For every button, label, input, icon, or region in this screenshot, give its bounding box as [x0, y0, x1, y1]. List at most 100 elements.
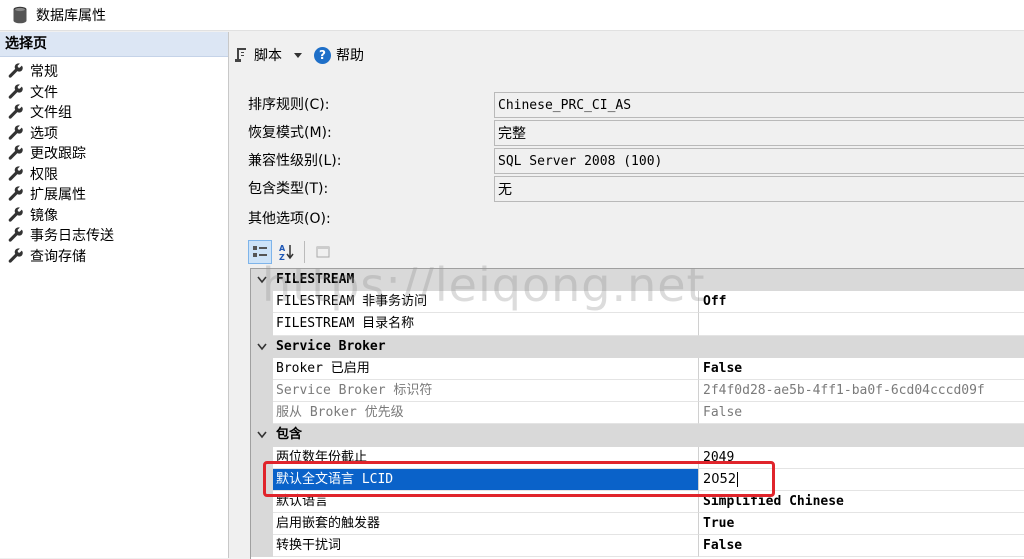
help-button[interactable]: ? 帮助	[314, 45, 364, 65]
sidebar-item-label: 选项	[30, 125, 58, 142]
table-row[interactable]: Broker 已启用 False	[251, 357, 1024, 380]
table-row-selected[interactable]: 默认全文语言 LCID 2052	[251, 468, 1024, 491]
table-row[interactable]: FILESTREAM 非事务访问 Off	[251, 291, 1024, 314]
wrench-icon	[8, 248, 24, 264]
wrench-icon	[8, 186, 24, 202]
sidebar-header: 选择页	[0, 32, 228, 57]
compat-level-field[interactable]: SQL Server 2008 (100)	[494, 148, 1024, 174]
wrench-icon	[8, 63, 24, 79]
category-filestream[interactable]: FILESTREAM	[251, 269, 1024, 292]
select-page-panel: 选择页 常规 文件 文件组 选项 更改跟踪 权限 扩展属性 镜像 事务日志传送 …	[0, 32, 229, 558]
sidebar-list: 常规 文件 文件组 选项 更改跟踪 权限 扩展属性 镜像 事务日志传送 查询存储	[0, 57, 228, 266]
text-caret	[737, 471, 739, 487]
collation-label: 排序规则(C):	[248, 97, 330, 113]
sidebar-item-extended-properties[interactable]: 扩展属性	[0, 184, 228, 205]
lcid-value-text: 2052	[703, 471, 737, 487]
compat-level-label: 兼容性级别(L):	[248, 153, 342, 169]
sidebar-item-general[interactable]: 常规	[0, 61, 228, 82]
sidebar-item-label: 权限	[30, 166, 58, 183]
collapse-chevron-icon[interactable]	[251, 269, 273, 291]
table-row[interactable]: 服从 Broker 优先级 False	[251, 402, 1024, 425]
property-value[interactable]: False	[699, 358, 1024, 380]
property-value[interactable]: Off	[699, 291, 1024, 314]
property-name: FILESTREAM 非事务访问	[273, 291, 699, 314]
property-value[interactable]: Simplified Chinese	[699, 491, 1024, 514]
property-value[interactable]: 2049	[699, 447, 1024, 469]
sidebar-item-log-shipping[interactable]: 事务日志传送	[0, 225, 228, 246]
collation-field[interactable]: Chinese_PRC_CI_AS	[494, 92, 1024, 118]
property-name: 两位数年份截止	[273, 446, 699, 469]
sidebar-item-files[interactable]: 文件	[0, 82, 228, 103]
property-grid-toolbar: AZ	[248, 238, 338, 266]
table-row[interactable]: FILESTREAM 目录名称	[251, 313, 1024, 336]
property-name: Service Broker 标识符	[273, 379, 699, 403]
wrench-icon	[8, 227, 24, 243]
containment-type-field[interactable]: 无	[494, 176, 1024, 202]
wrench-icon	[8, 145, 24, 161]
help-label: 帮助	[336, 48, 364, 64]
category-label: 包含	[276, 427, 303, 443]
window-titlebar: 数据库属性	[0, 0, 1024, 31]
property-value[interactable]	[699, 313, 1024, 336]
category-service-broker[interactable]: Service Broker	[251, 335, 1024, 358]
svg-text:Z: Z	[279, 253, 285, 261]
property-name: 默认全文语言 LCID	[273, 468, 699, 491]
categorized-icon	[253, 246, 267, 257]
recovery-model-field[interactable]: 完整	[494, 120, 1024, 146]
svg-text:A: A	[279, 244, 286, 253]
lcid-value-input[interactable]: 2052	[699, 469, 1024, 491]
sidebar-item-label: 文件组	[30, 105, 72, 122]
sidebar-item-label: 扩展属性	[30, 187, 86, 204]
script-button[interactable]: 脚本	[232, 45, 282, 65]
script-label: 脚本	[254, 48, 282, 64]
table-row[interactable]: 启用嵌套的触发器 True	[251, 513, 1024, 536]
property-value[interactable]: 2f4f0d28-ae5b-4ff1-ba0f-6cd04cccd09f	[699, 380, 1024, 403]
property-name: 服从 Broker 优先级	[273, 402, 699, 425]
categorized-button[interactable]	[248, 240, 272, 264]
sidebar-item-mirroring[interactable]: 镜像	[0, 205, 228, 226]
alphabetical-button[interactable]: AZ	[275, 240, 299, 264]
containment-type-label: 包含类型(T):	[248, 181, 329, 197]
table-row[interactable]: 默认语言 Simplified Chinese	[251, 490, 1024, 514]
sidebar-item-query-store[interactable]: 查询存储	[0, 246, 228, 267]
wrench-icon	[8, 84, 24, 100]
category-label: Service Broker	[276, 338, 386, 354]
category-label: FILESTREAM	[276, 272, 355, 287]
sidebar-item-label: 事务日志传送	[30, 228, 114, 245]
wrench-icon	[8, 125, 24, 141]
window-title: 数据库属性	[36, 8, 106, 24]
category-containment[interactable]: 包含	[251, 424, 1024, 447]
wrench-icon	[8, 166, 24, 182]
wrench-icon	[8, 207, 24, 223]
script-dropdown-arrow[interactable]	[294, 52, 302, 58]
sidebar-item-permissions[interactable]: 权限	[0, 164, 228, 185]
table-row[interactable]: 两位数年份截止 2049	[251, 446, 1024, 469]
sort-az-icon: AZ	[279, 244, 294, 261]
property-value[interactable]: False	[699, 535, 1024, 558]
sidebar-item-label: 文件	[30, 84, 58, 101]
collapse-chevron-icon[interactable]	[251, 424, 273, 446]
property-value[interactable]: False	[699, 402, 1024, 425]
sidebar-item-label: 镜像	[30, 207, 58, 224]
collapse-chevron-icon[interactable]	[251, 336, 273, 358]
property-grid: FILESTREAM FILESTREAM 非事务访问 Off FILESTRE…	[250, 268, 1024, 559]
sidebar-item-change-tracking[interactable]: 更改跟踪	[0, 143, 228, 164]
sidebar-item-label: 更改跟踪	[30, 146, 86, 163]
sidebar-item-label: 常规	[30, 64, 58, 81]
property-name: 启用嵌套的触发器	[273, 513, 699, 536]
sidebar-item-label: 查询存储	[30, 248, 86, 265]
script-icon	[232, 46, 250, 64]
wrench-icon	[8, 104, 24, 120]
table-row[interactable]: Service Broker 标识符 2f4f0d28-ae5b-4ff1-ba…	[251, 379, 1024, 403]
sidebar-item-options[interactable]: 选项	[0, 123, 228, 144]
property-pages-button[interactable]	[311, 240, 335, 264]
property-value[interactable]: True	[699, 513, 1024, 536]
property-name: Broker 已启用	[273, 357, 699, 380]
property-name: FILESTREAM 目录名称	[273, 313, 699, 336]
toolbar: 脚本 ? 帮助	[232, 40, 374, 70]
recovery-model-label: 恢复模式(M):	[248, 125, 332, 141]
property-name: 默认语言	[273, 490, 699, 514]
help-icon: ?	[314, 46, 331, 64]
table-row[interactable]: 转换干扰词 False	[251, 535, 1024, 558]
sidebar-item-filegroups[interactable]: 文件组	[0, 102, 228, 123]
